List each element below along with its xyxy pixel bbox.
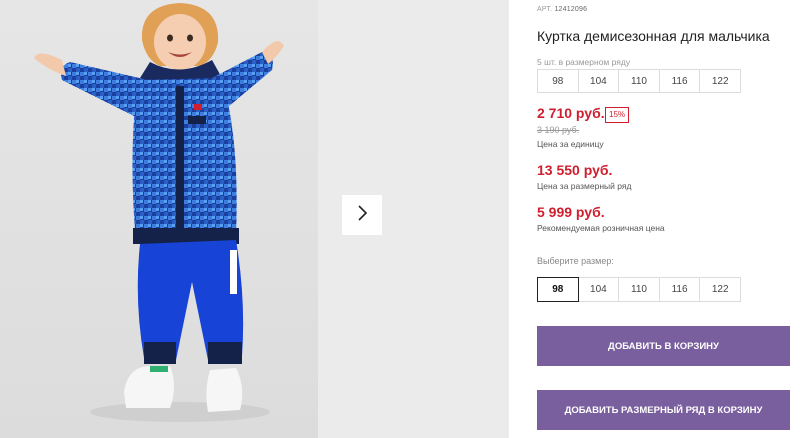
size-row-table: 98 104 110 116 122 bbox=[537, 69, 741, 93]
add-size-row-to-cart-button[interactable]: ДОБАВИТЬ РАЗМЕРНЫЙ РЯД В КОРЗИНУ bbox=[537, 390, 790, 430]
size-row-cell: 110 bbox=[618, 69, 660, 93]
article-value: 12412096 bbox=[554, 6, 588, 13]
article-number: АРТ. 12412096 bbox=[537, 6, 587, 13]
old-price: 3 190 руб. bbox=[537, 125, 580, 135]
unit-price-caption: Цена за единицу bbox=[537, 139, 604, 149]
size-row-price-caption: Цена за размерный ряд bbox=[537, 181, 632, 191]
gallery-next-button[interactable] bbox=[342, 195, 382, 235]
size-row-note: 5 шт. в размерном ряду bbox=[537, 57, 631, 67]
choose-size-label: Выберите размер: bbox=[537, 256, 614, 266]
size-row-price: 13 550 руб. bbox=[537, 162, 613, 178]
chevron-right-icon bbox=[356, 204, 368, 226]
size-option-110[interactable]: 110 bbox=[618, 277, 660, 302]
product-photo-main[interactable] bbox=[0, 0, 318, 438]
size-selector: 98 104 110 116 122 bbox=[537, 277, 741, 302]
unit-price: 2 710 руб. bbox=[537, 105, 605, 121]
discount-badge: 15% bbox=[605, 107, 630, 123]
column-divider bbox=[508, 0, 509, 438]
retail-price-caption: Рекомендуемая розничная цена bbox=[537, 223, 665, 233]
size-row-cell: 116 bbox=[658, 69, 701, 93]
size-option-104[interactable]: 104 bbox=[577, 277, 620, 302]
size-option-122[interactable]: 122 bbox=[699, 277, 741, 302]
size-option-116[interactable]: 116 bbox=[658, 277, 701, 302]
child-in-jacket-illustration bbox=[0, 0, 318, 438]
size-row-cell: 98 bbox=[537, 69, 579, 93]
size-row-cell: 122 bbox=[699, 69, 741, 93]
retail-price: 5 999 руб. bbox=[537, 204, 605, 220]
add-to-cart-button[interactable]: ДОБАВИТЬ В КОРЗИНУ bbox=[537, 326, 790, 366]
article-label: АРТ. bbox=[537, 6, 553, 13]
size-option-98[interactable]: 98 bbox=[537, 277, 579, 302]
product-title: Куртка демисезонная для мальчика bbox=[537, 28, 770, 44]
size-row-cell: 104 bbox=[577, 69, 620, 93]
